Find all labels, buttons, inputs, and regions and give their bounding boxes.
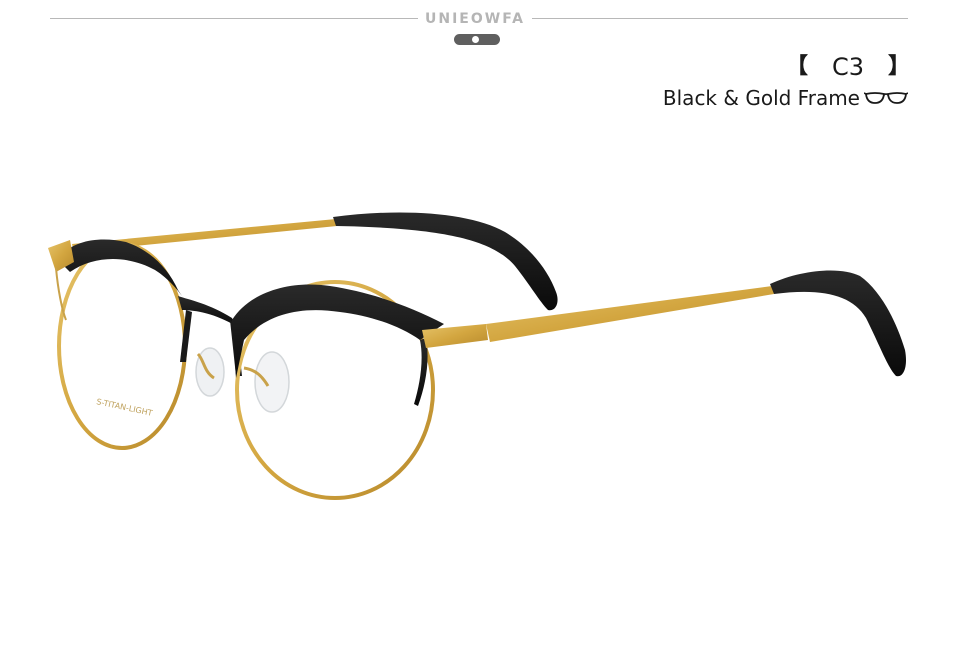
left-lens xyxy=(48,239,187,450)
temple-engraving: S-TITAN-LIGHT xyxy=(96,397,154,418)
near-temple xyxy=(422,270,906,377)
eyeglasses-product-image: S-TITAN-LIGHT xyxy=(48,212,906,500)
